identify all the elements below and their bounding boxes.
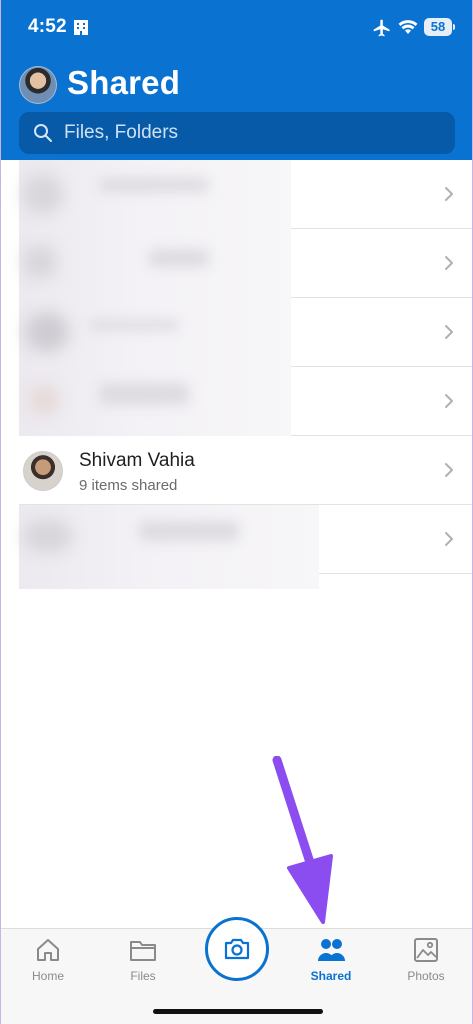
home-indicator: [153, 1009, 323, 1014]
chevron-right-icon: [444, 255, 454, 276]
chevron-right-icon: [444, 393, 454, 414]
account-avatar[interactable]: [19, 66, 57, 104]
folder-icon: [130, 941, 156, 961]
status-bar: 4:52 58: [1, 0, 472, 58]
camera-icon: [224, 938, 250, 960]
page-title: Shared: [67, 64, 181, 101]
battery-indicator: 58: [424, 18, 455, 36]
list-item[interactable]: [19, 160, 472, 229]
people-icon: [318, 939, 345, 961]
list-item[interactable]: [19, 298, 472, 367]
redacted-content: [19, 229, 291, 298]
person-avatar: [23, 451, 63, 491]
search-bar[interactable]: [19, 112, 455, 154]
list-item[interactable]: [19, 229, 472, 298]
items-shared-count: 9 items shared: [79, 477, 178, 494]
tab-shared[interactable]: Shared: [296, 937, 366, 983]
home-icon: [37, 939, 59, 961]
building-icon: [73, 19, 89, 41]
tab-home[interactable]: Home: [13, 937, 83, 983]
tab-shared-label: Shared: [310, 969, 352, 983]
redacted-content: [19, 298, 291, 367]
chevron-right-icon: [444, 324, 454, 345]
app-header: 4:52 58 Shared: [1, 0, 472, 160]
tab-files[interactable]: Files: [108, 937, 178, 983]
tab-photos[interactable]: Photos: [391, 937, 461, 983]
chevron-right-icon: [444, 462, 454, 483]
airplane-icon: [372, 18, 392, 43]
annotation-arrow-icon: [271, 755, 335, 931]
shared-list: Shivam Vahia 9 items shared: [1, 160, 472, 589]
list-item-person[interactable]: Shivam Vahia 9 items shared: [19, 436, 472, 505]
camera-button[interactable]: [205, 917, 269, 981]
chevron-right-icon: [444, 531, 454, 552]
image-icon: [414, 938, 438, 962]
tab-home-label: Home: [31, 969, 64, 983]
search-input[interactable]: [64, 112, 424, 154]
wifi-icon: [398, 19, 418, 40]
search-icon: [33, 123, 53, 148]
tab-photos-label: Photos: [407, 969, 445, 983]
person-name: Shivam Vahia: [79, 450, 195, 471]
chevron-right-icon: [444, 186, 454, 207]
redacted-content: [19, 505, 319, 589]
status-time: 4:52: [28, 16, 67, 37]
list-item[interactable]: [19, 505, 472, 589]
redacted-content: [19, 160, 291, 229]
redacted-content: [19, 367, 291, 436]
list-item[interactable]: [19, 367, 472, 436]
tab-files-label: Files: [130, 969, 156, 983]
